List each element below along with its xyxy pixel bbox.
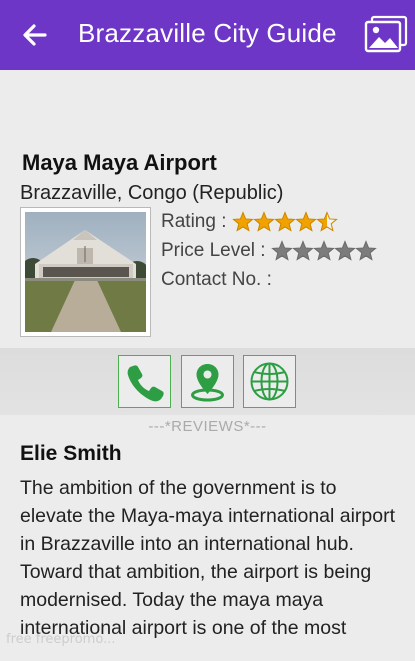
gallery-button[interactable]: [364, 15, 408, 53]
star-icon: [273, 211, 296, 232]
star-icon: [252, 211, 275, 232]
action-bar: [0, 348, 415, 415]
star-icon: [313, 240, 335, 261]
star-icon: [334, 240, 356, 261]
star-icon: [271, 240, 293, 261]
watermark: free freepromo...: [6, 632, 116, 647]
back-button[interactable]: [18, 18, 52, 52]
rating-label: Rating :: [161, 211, 227, 232]
globe-icon: [250, 362, 289, 401]
app-title: Brazzaville City Guide: [78, 18, 337, 48]
contact-label: Contact No. :: [161, 269, 272, 290]
review-text: The ambition of the government is to ele…: [20, 477, 396, 639]
website-button[interactable]: [243, 355, 296, 408]
map-pin-icon: [191, 364, 224, 402]
image-gallery-icon: [364, 15, 408, 53]
phone-icon: [127, 365, 164, 402]
arrow-left-icon: [23, 24, 47, 46]
star-icon: [231, 211, 254, 232]
contact-row: Contact No. :: [161, 267, 277, 293]
star-icon: [294, 211, 317, 232]
rating-stars: [231, 211, 338, 232]
place-photo-frame[interactable]: [20, 207, 151, 337]
place-name: Maya Maya Airport: [22, 150, 217, 175]
star-icon: [355, 240, 377, 261]
call-button[interactable]: [118, 355, 171, 408]
place-location: Brazzaville, Congo (Republic): [20, 182, 284, 204]
review-author: Elie Smith: [20, 442, 122, 465]
rating-row: Rating :: [161, 209, 338, 235]
reviews-header: ---*REVIEWS*---: [148, 418, 267, 435]
star-icon: [315, 211, 338, 232]
map-button[interactable]: [181, 355, 234, 408]
price-level-stars: [271, 240, 377, 261]
price-level-label: Price Level :: [161, 240, 266, 261]
app-bar: Brazzaville City Guide: [0, 0, 415, 70]
airport-photo: [25, 212, 146, 332]
price-row: Price Level :: [161, 238, 377, 264]
star-icon: [292, 240, 314, 261]
